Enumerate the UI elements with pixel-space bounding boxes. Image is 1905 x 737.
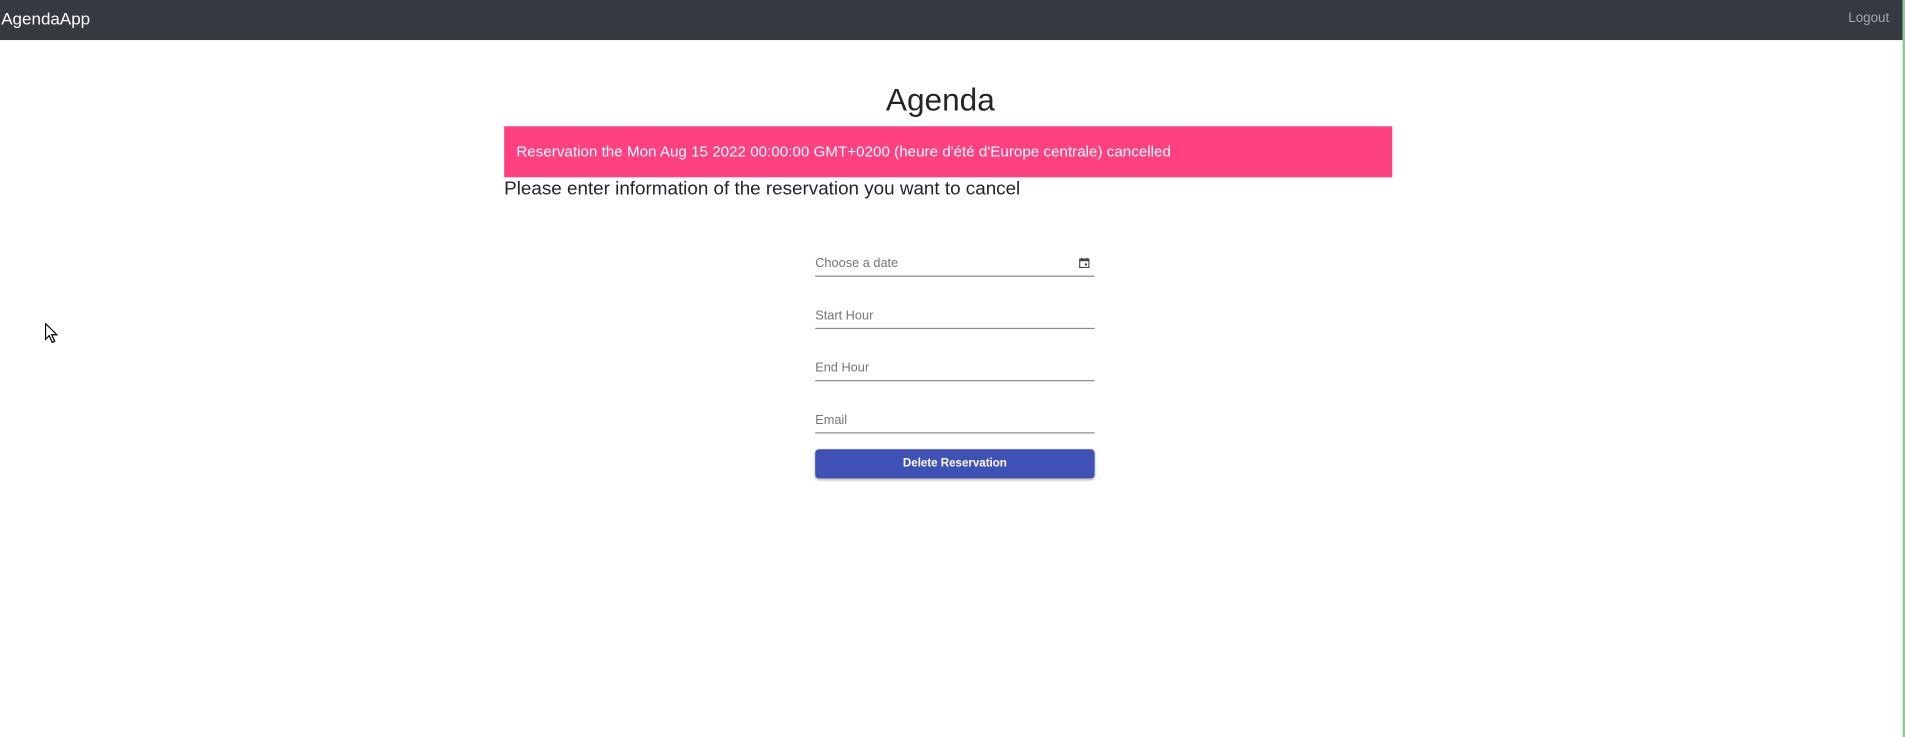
logout-link[interactable]: Logout — [1848, 11, 1889, 27]
calendar-icon[interactable] — [1079, 257, 1090, 269]
top-navbar: AgendaApp Logout — [0, 0, 1903, 41]
delete-reservation-button[interactable]: Delete Reservation — [815, 449, 1095, 479]
date-placeholder: Choose a date — [815, 256, 899, 271]
app-root: AgendaApp Logout Agenda Reservation the … — [0, 0, 1905, 737]
email-placeholder: Email — [815, 412, 848, 428]
date-field[interactable]: Choose a date — [815, 254, 1095, 277]
email-field[interactable]: Email — [815, 410, 1095, 434]
end-hour-placeholder: End Hour — [815, 360, 870, 376]
mouse-cursor-icon — [44, 322, 59, 344]
page-title: Agenda — [885, 81, 995, 118]
cancellation-alert: Reservation the Mon Aug 15 2022 00:00:00… — [504, 126, 1393, 178]
alert-message: Reservation the Mon Aug 15 2022 00:00:00… — [516, 143, 1171, 161]
brand-logo-text[interactable]: AgendaApp — [1, 8, 90, 27]
start-hour-placeholder: Start Hour — [815, 308, 874, 323]
end-hour-field[interactable]: End Hour — [815, 358, 1095, 382]
form-instructions: Please enter information of the reservat… — [504, 178, 1021, 200]
start-hour-field[interactable]: Start Hour — [815, 306, 1095, 330]
page: AgendaApp Logout Agenda Reservation the … — [0, 0, 1905, 737]
